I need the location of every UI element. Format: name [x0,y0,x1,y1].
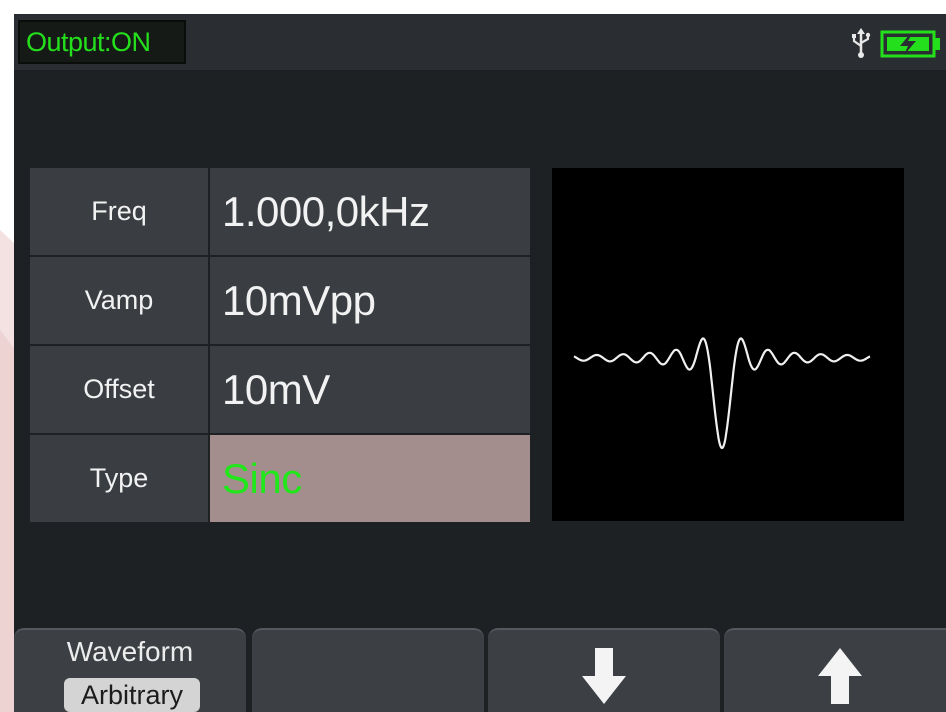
usb-icon [852,28,871,58]
softkey-empty[interactable] [252,628,484,712]
param-value-vamp[interactable]: 10mVpp [210,257,530,344]
generator-screen: Output:ON Freq 1.000,0kHz Vamp 10mVpp Of… [14,14,946,712]
param-value-offset[interactable]: 10mV [210,346,530,433]
softkey-down[interactable] [488,628,720,712]
param-value-type[interactable]: Sinc [210,435,530,522]
arrow-up-icon [818,648,862,704]
output-status-badge[interactable]: Output:ON [18,20,186,64]
param-row-freq: Freq 1.000,0kHz [30,168,530,255]
softkey-bar: Waveform Arbitrary [14,628,946,712]
softkey-waveform-title: Waveform [66,636,194,667]
param-label-freq: Freq [30,168,208,255]
softkey-up[interactable] [724,628,946,712]
waveform-preview [552,168,904,521]
param-row-vamp: Vamp 10mVpp [30,257,530,344]
param-row-type: Type Sinc [30,435,530,522]
param-label-vamp: Vamp [30,257,208,344]
param-label-offset: Offset [30,346,208,433]
battery-charging-icon [880,30,940,58]
softkey-waveform[interactable]: Waveform Arbitrary [14,628,246,712]
arrow-down-icon [582,648,626,704]
param-label-type: Type [30,435,208,522]
sinc-waveform-trace [573,337,871,450]
softkey-waveform-value: Arbitrary [64,678,200,712]
status-bar: Output:ON [14,14,946,70]
parameter-table: Freq 1.000,0kHz Vamp 10mVpp Offset 10mV … [30,168,530,524]
param-row-offset: Offset 10mV [30,346,530,433]
param-value-freq[interactable]: 1.000,0kHz [210,168,530,255]
